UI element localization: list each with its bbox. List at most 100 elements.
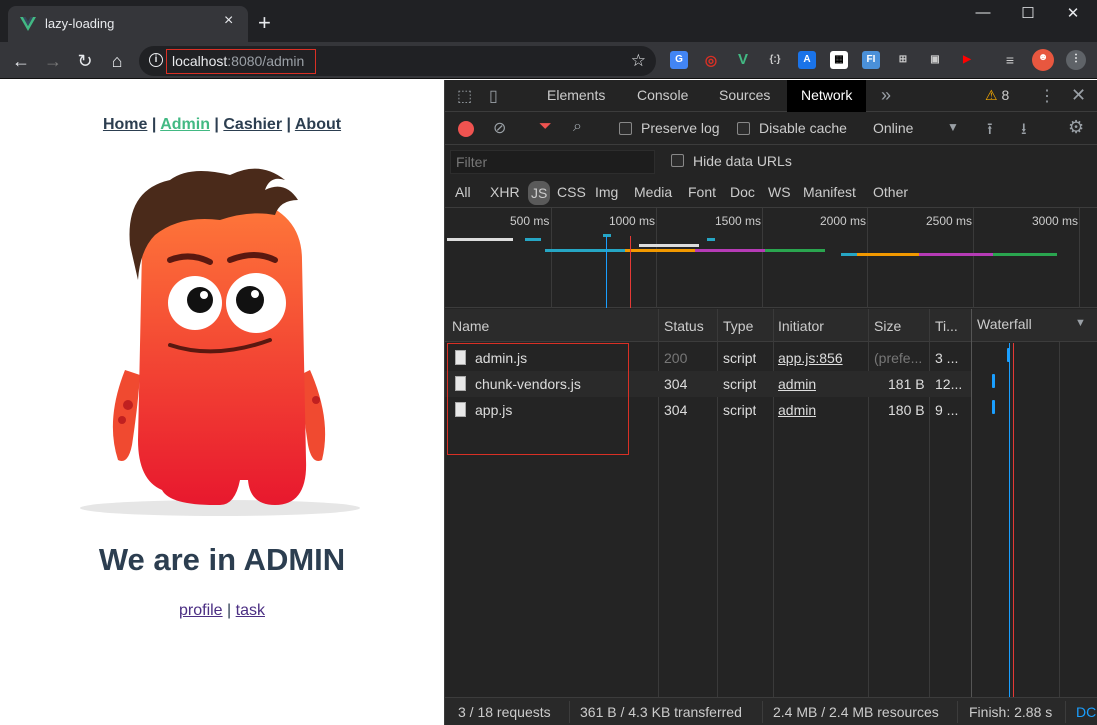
type-filter-js[interactable]: JS xyxy=(528,181,551,205)
record-icon[interactable] xyxy=(458,121,474,137)
devtools-menu-icon[interactable]: ⋮ xyxy=(1039,86,1055,106)
request-size: (prefe... xyxy=(874,350,923,366)
url-text[interactable]: localhost:8080/admin xyxy=(172,53,304,69)
devtools-panel: ⬚ ▯ Elements Console Sources Network » ⚠… xyxy=(444,80,1097,725)
more-tabs-icon[interactable]: » xyxy=(881,85,891,106)
close-devtools-icon[interactable]: ✕ xyxy=(1071,85,1086,106)
subnav-link-profile[interactable]: profile xyxy=(179,602,223,619)
filter-input[interactable]: Filter xyxy=(450,150,655,174)
vue-devtools-extension-icon[interactable]: V xyxy=(734,51,752,69)
device-toolbar-icon[interactable]: ▯ xyxy=(489,86,498,106)
disable-cache-checkbox[interactable] xyxy=(737,122,750,135)
nav-link-cashier[interactable]: Cashier xyxy=(223,116,282,133)
type-filter-ws[interactable]: WS xyxy=(768,184,791,200)
column-header-name[interactable]: Name xyxy=(452,318,489,334)
network-overview-timeline[interactable]: 500 ms 1000 ms 1500 ms 2000 ms 2500 ms 3… xyxy=(445,208,1097,308)
column-header-initiator[interactable]: Initiator xyxy=(778,318,824,334)
filter-funnel-icon[interactable]: ⏷ xyxy=(539,118,552,136)
type-filter-all[interactable]: All xyxy=(455,184,471,200)
preserve-log-label: Preserve log xyxy=(641,120,720,136)
youtube-extension-icon[interactable]: ▶ xyxy=(958,51,976,69)
request-status: 200 xyxy=(664,350,688,366)
request-time: 9 ... xyxy=(935,402,959,418)
nav-link-about[interactable]: About xyxy=(295,116,341,133)
inspect-element-icon[interactable]: ⬚ xyxy=(457,86,472,106)
import-har-icon[interactable]: ⭱ xyxy=(987,118,993,145)
font-extension-icon[interactable]: A xyxy=(798,51,816,69)
dom-content-loaded-marker xyxy=(606,236,607,308)
request-initiator-link[interactable]: admin xyxy=(778,402,816,418)
hide-data-urls-label: Hide data URLs xyxy=(693,153,792,169)
menu-dots-icon[interactable]: ⋮ xyxy=(1066,50,1086,70)
type-filter-xhr[interactable]: XHR xyxy=(490,184,520,200)
resource-type-filters: All XHR JS CSS Img Media Font Doc WS Man… xyxy=(445,178,1097,208)
back-arrow-icon[interactable]: ← xyxy=(9,49,33,73)
type-filter-other[interactable]: Other xyxy=(873,184,908,200)
profile-avatar[interactable]: ☻ xyxy=(1032,49,1054,71)
network-status-bar: 3 / 18 requests 361 B / 4.3 KB transferr… xyxy=(445,697,1097,725)
info-icon[interactable]: i xyxy=(149,53,163,67)
browser-toolbar: ← → ↻ ⌂ i localhost:8080/admin ☆ G ◎ V {… xyxy=(0,42,1097,79)
timeline-gridline xyxy=(551,208,552,308)
translate-extension-icon[interactable]: G xyxy=(670,51,688,69)
column-header-waterfall[interactable]: Waterfall xyxy=(977,316,1032,332)
preserve-log-checkbox[interactable] xyxy=(619,122,632,135)
target-extension-icon[interactable]: ◎ xyxy=(702,51,720,69)
tree-extension-icon[interactable]: ⊞ xyxy=(894,51,912,69)
subnav-link-task[interactable]: task xyxy=(236,602,265,619)
search-icon[interactable]: ⌕ xyxy=(573,118,582,136)
clear-icon[interactable]: ⊘ xyxy=(493,118,506,138)
qr-code-extension-icon[interactable]: ▦ xyxy=(830,51,848,69)
warning-counter[interactable]: ⚠ 8 xyxy=(985,87,1009,104)
media-control-icon[interactable]: ≡ xyxy=(1001,51,1019,69)
column-header-status[interactable]: Status xyxy=(664,318,704,334)
column-header-time[interactable]: Ti... xyxy=(935,318,958,334)
timeline-bar xyxy=(447,238,513,241)
bookmark-star-icon[interactable]: ☆ xyxy=(631,51,646,71)
type-filter-img[interactable]: Img xyxy=(595,184,618,200)
nav-link-admin[interactable]: Admin xyxy=(160,116,210,133)
type-filter-font[interactable]: Font xyxy=(688,184,716,200)
maximize-button[interactable]: ☐ xyxy=(1005,4,1051,22)
browser-tab[interactable]: lazy-loading × xyxy=(8,6,248,42)
filter-row: Filter Hide data URLs xyxy=(445,146,1097,178)
column-divider xyxy=(971,309,972,697)
home-icon[interactable]: ⌂ xyxy=(105,49,129,73)
tab-elements[interactable]: Elements xyxy=(547,87,605,103)
type-filter-css[interactable]: CSS xyxy=(557,184,586,200)
reload-icon[interactable]: ↻ xyxy=(73,49,97,73)
type-filter-manifest[interactable]: Manifest xyxy=(803,184,856,200)
highlight-box xyxy=(447,343,629,455)
request-initiator-link[interactable]: app.js:856 xyxy=(778,350,843,366)
type-filter-media[interactable]: Media xyxy=(634,184,672,200)
hide-data-urls-checkbox[interactable] xyxy=(671,154,684,167)
type-filter-doc[interactable]: Doc xyxy=(730,184,755,200)
column-header-size[interactable]: Size xyxy=(874,318,901,334)
tab-console[interactable]: Console xyxy=(637,87,688,103)
forward-arrow-icon[interactable]: → xyxy=(41,49,65,73)
waterfall-sort-chevron-icon[interactable]: ▼ xyxy=(1075,317,1086,329)
request-initiator-link[interactable]: admin xyxy=(778,376,816,392)
fi-extension-icon[interactable]: FI xyxy=(862,51,880,69)
column-header-type[interactable]: Type xyxy=(723,318,753,334)
status-divider xyxy=(762,701,763,723)
nav-link-home[interactable]: Home xyxy=(103,116,147,133)
json-extension-icon[interactable]: {:} xyxy=(766,51,784,69)
export-har-icon[interactable]: ⭳ xyxy=(1021,118,1027,145)
new-tab-button[interactable]: + xyxy=(258,12,271,34)
tab-sources[interactable]: Sources xyxy=(719,87,770,103)
nav-separator: | xyxy=(214,116,219,133)
minimize-button[interactable]: — xyxy=(960,4,1006,21)
request-type: script xyxy=(723,350,757,366)
picture-in-picture-icon[interactable]: ▣ xyxy=(926,51,944,69)
address-bar[interactable]: i localhost:8080/admin ☆ xyxy=(139,46,656,76)
tab-close-icon[interactable]: × xyxy=(224,13,233,29)
close-window-button[interactable]: ✕ xyxy=(1050,4,1096,22)
page-heading: We are in ADMIN xyxy=(98,542,346,577)
tab-network[interactable]: Network xyxy=(787,80,867,112)
chevron-down-icon[interactable]: ▼ xyxy=(947,120,959,134)
load-event-line xyxy=(1013,343,1014,697)
settings-gear-icon[interactable]: ⚙ xyxy=(1068,117,1084,138)
throttling-select[interactable]: Online xyxy=(873,120,913,136)
timeline-gridline xyxy=(973,208,974,308)
